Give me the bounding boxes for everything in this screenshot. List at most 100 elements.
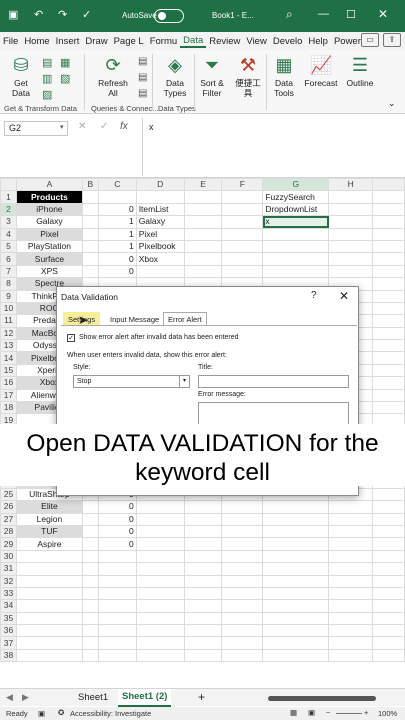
cell[interactable] <box>262 636 330 650</box>
cell[interactable] <box>262 537 330 551</box>
tab-data[interactable]: Data <box>180 35 207 48</box>
row-header[interactable]: 35 <box>0 611 17 626</box>
cell[interactable] <box>372 363 405 378</box>
cell[interactable] <box>135 500 185 514</box>
cell[interactable] <box>221 549 264 564</box>
cell[interactable] <box>328 549 374 564</box>
cell[interactable] <box>221 215 264 229</box>
accessibility-status[interactable]: Accessibility: Investigate <box>70 709 151 718</box>
cell[interactable] <box>372 351 405 365</box>
cell[interactable] <box>135 586 185 601</box>
cell[interactable] <box>372 624 405 638</box>
row-header[interactable]: 1 <box>0 190 17 204</box>
zoom-slider[interactable] <box>336 713 362 714</box>
cell[interactable] <box>221 227 264 241</box>
save-icon[interactable]: ▣ <box>8 8 18 21</box>
cell[interactable] <box>81 512 99 526</box>
cell[interactable] <box>262 252 330 266</box>
cell[interactable] <box>262 599 330 613</box>
cell[interactable] <box>183 215 223 229</box>
cell[interactable] <box>135 574 185 588</box>
cell[interactable] <box>135 512 185 526</box>
cell[interactable] <box>221 624 264 638</box>
cell[interactable] <box>372 512 405 526</box>
horizontal-scrollbar[interactable] <box>268 696 376 701</box>
from-table-icon[interactable]: ▥ <box>42 72 52 85</box>
cell[interactable]: iPhone <box>15 202 83 217</box>
name-box-dropdown-icon[interactable]: ▾ <box>60 123 64 131</box>
autosave-toggle[interactable] <box>154 9 184 23</box>
cell[interactable] <box>135 636 185 650</box>
cell[interactable] <box>221 239 264 254</box>
cell[interactable] <box>183 549 223 564</box>
cell[interactable]: 0 <box>97 252 137 266</box>
from-web-icon[interactable]: ▦ <box>60 56 70 69</box>
cell[interactable] <box>328 227 374 241</box>
cell[interactable] <box>15 574 83 588</box>
title-input[interactable] <box>198 375 349 388</box>
cell[interactable] <box>81 264 99 279</box>
cell[interactable] <box>262 524 330 539</box>
row-header[interactable]: 4 <box>0 227 17 241</box>
cell[interactable] <box>221 500 264 514</box>
column-header-h[interactable]: H <box>328 178 374 192</box>
row-header[interactable]: 26 <box>0 500 17 514</box>
quick-access-icon[interactable]: ✓ <box>82 8 91 21</box>
cell[interactable] <box>183 599 223 613</box>
sheet-tab-1[interactable]: Sheet1 <box>78 692 108 703</box>
cell[interactable]: 1 <box>97 227 137 241</box>
cell[interactable]: ItemList <box>135 202 185 217</box>
cell[interactable] <box>135 648 185 663</box>
row-header[interactable]: 17 <box>0 388 17 403</box>
cell[interactable] <box>221 252 264 266</box>
cell[interactable] <box>97 574 137 588</box>
row-header[interactable]: 31 <box>0 562 17 576</box>
cell[interactable] <box>15 562 83 576</box>
cell[interactable] <box>15 586 83 601</box>
cell[interactable] <box>262 611 330 626</box>
cell[interactable] <box>81 537 99 551</box>
cell[interactable] <box>372 339 405 353</box>
cell[interactable] <box>221 524 264 539</box>
cell[interactable] <box>328 264 374 279</box>
cell[interactable] <box>183 562 223 576</box>
tab-review[interactable]: Review <box>206 36 243 47</box>
cell[interactable] <box>372 264 405 279</box>
cell[interactable]: Aspire <box>15 537 83 551</box>
macro-icon[interactable]: ▣ <box>38 709 45 718</box>
show-alert-checkbox[interactable]: ✓ <box>67 334 75 342</box>
tab-developer[interactable]: Develo <box>270 36 306 47</box>
cell[interactable] <box>328 562 374 576</box>
normal-view-icon[interactable]: ▦ <box>290 708 297 717</box>
zoom-level[interactable]: 100% <box>378 709 397 718</box>
cell[interactable] <box>81 549 99 564</box>
cell[interactable]: 0 <box>97 512 137 526</box>
from-text-icon[interactable]: ▤ <box>42 56 52 69</box>
row-header[interactable]: 7 <box>0 264 17 279</box>
cell[interactable] <box>262 500 330 514</box>
cell[interactable] <box>135 524 185 539</box>
cancel-icon[interactable]: ✕ <box>78 121 86 132</box>
cell[interactable] <box>81 215 99 229</box>
cell[interactable] <box>221 264 264 279</box>
cell[interactable] <box>372 524 405 539</box>
cell[interactable] <box>372 611 405 626</box>
zoom-out-icon[interactable]: − <box>326 708 330 717</box>
column-header-d[interactable]: D <box>135 178 185 192</box>
cell[interactable] <box>328 537 374 551</box>
tab-help[interactable]: Help <box>305 36 331 47</box>
cell[interactable] <box>183 500 223 514</box>
cell[interactable] <box>372 376 405 390</box>
share-icon[interactable]: ⇪ <box>383 33 401 47</box>
cell[interactable] <box>372 326 405 341</box>
cell[interactable]: x <box>262 215 330 229</box>
column-header-extra[interactable] <box>372 178 405 192</box>
cell[interactable] <box>15 549 83 564</box>
cell[interactable] <box>183 190 223 204</box>
help-icon[interactable]: ? <box>311 290 317 301</box>
select-all-corner[interactable] <box>0 178 17 192</box>
row-header[interactable]: 13 <box>0 339 17 353</box>
cell[interactable]: Galaxy <box>135 215 185 229</box>
cell[interactable]: FuzzySearch <box>262 190 330 204</box>
cell[interactable] <box>328 524 374 539</box>
